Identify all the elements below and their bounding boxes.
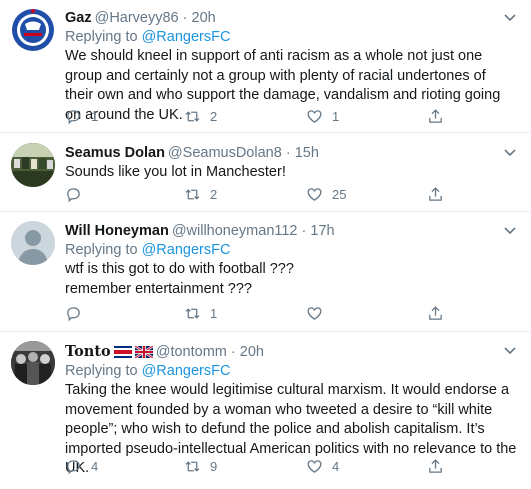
separator: · [285, 145, 291, 161]
tweet-header: Will Honeyman @willhoneyman112 · 17h [65, 222, 517, 241]
display-name[interactable]: Seamus Dolan [65, 145, 165, 161]
reply-button[interactable] [65, 185, 91, 203]
uk-flag-icon [134, 346, 153, 358]
tweet-text: wtf is this got to do with football ??? … [65, 261, 294, 297]
reply-to-link[interactable]: @RangersFC [142, 29, 231, 45]
chevron-down-icon[interactable] [503, 145, 517, 159]
share-icon [429, 108, 442, 123]
tweet-actions: 2 25 [65, 185, 465, 203]
retweet-icon [185, 460, 200, 472]
reply-to-link[interactable]: @RangersFC [142, 363, 231, 379]
reply-count: 4 [91, 458, 99, 474]
tweet[interactable]: Tonto @tontomm · 20h Replying to @Rangers… [0, 332, 531, 489]
reply-button[interactable] [65, 304, 91, 322]
retweet-count: 2 [210, 108, 218, 124]
share-button[interactable] [427, 457, 444, 475]
like-button[interactable] [306, 304, 332, 322]
replying-to: Replying to @RangersFC [65, 241, 517, 260]
tweet-text: Sounds like you lot in Manchester! [65, 164, 286, 180]
replying-to-label: Replying to [65, 242, 142, 258]
tweet-header: Seamus Dolan @SeamusDolan8 · 15h [65, 144, 517, 163]
timestamp[interactable]: 20h [240, 344, 264, 360]
user-handle[interactable]: @tontomm [156, 344, 227, 360]
retweet-icon [185, 307, 200, 319]
reply-thread: Gaz @Harveyy86 · 20h Replying to @Rangers… [0, 0, 531, 489]
reply-to-link[interactable]: @RangersFC [142, 242, 231, 258]
timestamp[interactable]: 20h [192, 10, 216, 26]
like-button[interactable]: 4 [306, 457, 339, 475]
avatar[interactable] [11, 8, 55, 52]
retweet-button[interactable]: 9 [184, 457, 217, 475]
display-name[interactable]: Tonto [65, 343, 111, 360]
tweet[interactable]: Gaz @Harveyy86 · 20h Replying to @Rangers… [0, 0, 531, 133]
reply-button[interactable]: 4 [65, 457, 98, 475]
like-count: 4 [332, 458, 340, 474]
user-handle[interactable]: @Harveyy86 [95, 10, 179, 26]
tweet-header: Tonto @tontomm · 20h [65, 342, 517, 362]
heart-icon [307, 306, 322, 320]
share-button[interactable] [427, 185, 444, 203]
retweet-button[interactable]: 2 [184, 185, 217, 203]
timestamp[interactable]: 15h [295, 145, 319, 161]
user-handle[interactable]: @willhoneyman112 [172, 223, 298, 239]
like-count: 1 [332, 108, 340, 124]
share-icon [429, 186, 442, 201]
reply-icon [67, 459, 80, 474]
chevron-down-icon[interactable] [503, 343, 517, 357]
retweet-button[interactable]: 1 [184, 304, 217, 322]
like-button[interactable]: 1 [306, 107, 339, 125]
user-handle[interactable]: @SeamusDolan8 [168, 145, 282, 161]
heart-icon [307, 187, 322, 201]
replying-to: Replying to @RangersFC [65, 28, 517, 47]
like-button[interactable]: 25 [306, 185, 346, 203]
separator: · [182, 10, 188, 26]
separator: · [230, 344, 236, 360]
retweet-icon [185, 188, 200, 200]
chevron-down-icon[interactable] [503, 223, 517, 237]
share-icon [429, 305, 442, 320]
tweet[interactable]: Will Honeyman @willhoneyman112 · 17h Repl… [0, 212, 531, 332]
separator: · [301, 223, 307, 239]
retweet-count: 2 [210, 186, 218, 202]
tweet[interactable]: Seamus Dolan @SeamusDolan8 · 15h Sounds l… [0, 133, 531, 212]
avatar[interactable] [11, 143, 55, 187]
avatar[interactable] [11, 341, 55, 385]
reply-icon [67, 109, 80, 124]
tweet-actions: 1 [65, 304, 465, 322]
replying-to-label: Replying to [65, 29, 142, 45]
reply-button[interactable]: 1 [65, 107, 98, 125]
share-button[interactable] [427, 107, 444, 125]
retweet-button[interactable]: 2 [184, 107, 217, 125]
tweet-body: Will Honeyman @willhoneyman112 · 17h Repl… [65, 222, 517, 299]
reply-icon [67, 187, 80, 202]
timestamp[interactable]: 17h [310, 223, 334, 239]
costa-rica-flag-icon [113, 346, 132, 358]
tweet-header: Gaz @Harveyy86 · 20h [65, 9, 517, 28]
tweet-body: Seamus Dolan @SeamusDolan8 · 15h Sounds l… [65, 144, 517, 183]
avatar[interactable] [11, 221, 55, 265]
replying-to-label: Replying to [65, 363, 142, 379]
reply-count: 1 [91, 108, 99, 124]
display-name[interactable]: Gaz [65, 10, 92, 26]
share-button[interactable] [427, 304, 444, 322]
reply-icon [67, 306, 80, 321]
like-count: 25 [332, 186, 347, 202]
retweet-icon [185, 110, 200, 122]
heart-icon [307, 109, 322, 123]
heart-icon [307, 459, 322, 473]
display-name[interactable]: Will Honeyman [65, 223, 169, 239]
retweet-count: 9 [210, 458, 218, 474]
share-icon [429, 458, 442, 473]
retweet-count: 1 [210, 305, 218, 321]
tweet-actions: 1 2 1 [65, 107, 465, 125]
chevron-down-icon[interactable] [503, 10, 517, 24]
tweet-actions: 4 9 4 [65, 457, 465, 475]
replying-to: Replying to @RangersFC [65, 362, 517, 381]
